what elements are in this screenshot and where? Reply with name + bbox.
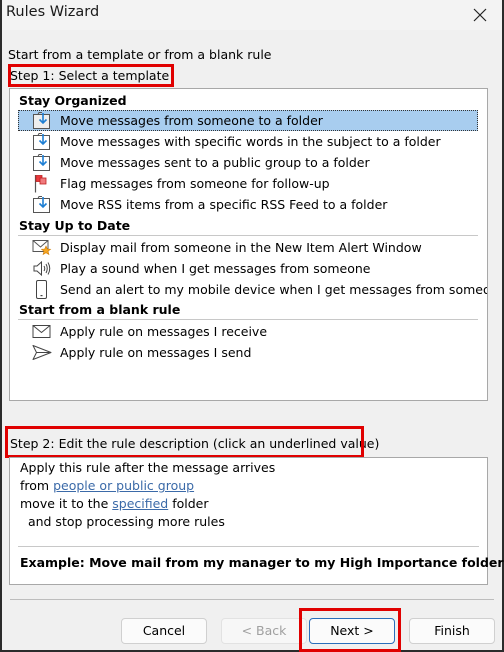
group-separator [18, 319, 478, 320]
template-item[interactable]: Move RSS items from a specific RSS Feed … [18, 194, 478, 215]
mobile-device-icon [36, 280, 47, 299]
description-folder-text: folder [168, 496, 209, 511]
window-title: Rules Wizard [6, 4, 100, 20]
template-label: Apply rule on messages I send [60, 345, 252, 360]
step1-highlight-box [8, 64, 174, 87]
mail-star-icon [32, 240, 52, 256]
template-label: Move messages sent to a public group to … [60, 155, 370, 170]
template-item[interactable]: Move messages sent to a public group to … [18, 152, 478, 173]
next-highlight-box [299, 608, 401, 652]
move-to-folder-icon [33, 196, 50, 213]
intro-text: Start from a template or from a blank ru… [8, 47, 272, 62]
description-line-4: and stop processing more rules [20, 514, 225, 529]
group-separator [18, 235, 478, 236]
template-label: Apply rule on messages I receive [60, 324, 268, 339]
template-item[interactable]: Send an alert to my mobile device when I… [18, 279, 487, 300]
speaker-icon [33, 260, 51, 277]
template-item[interactable]: Display mail from someone in the New Ite… [18, 237, 478, 258]
rules-wizard-dialog: Rules Wizard Start from a template or fr… [0, 0, 504, 652]
footer-divider [10, 599, 494, 600]
template-item[interactable]: Move messages with specific words in the… [18, 131, 478, 152]
group-blank-rule: Start from a blank rule [19, 302, 181, 317]
step2-highlight-box [5, 426, 364, 458]
description-from-text: from [20, 478, 54, 493]
back-button[interactable]: < Back [221, 618, 307, 644]
template-label: Play a sound when I get messages from so… [60, 261, 371, 276]
template-item[interactable]: Play a sound when I get messages from so… [18, 258, 478, 279]
send-icon [32, 345, 52, 360]
description-move-text: move it to the [20, 496, 113, 511]
flag-icon [34, 175, 47, 193]
template-label: Move messages with specific words in the… [60, 134, 441, 149]
description-line-3: move it to the specified folder [20, 496, 209, 511]
title-bar: Rules Wizard [2, 0, 502, 30]
template-item[interactable]: Flag messages from someone for follow-up [18, 173, 478, 194]
template-item[interactable]: Move messages from someone to a folder [18, 110, 478, 131]
move-to-folder-icon [33, 112, 50, 129]
description-separator [18, 546, 479, 547]
move-to-folder-icon [33, 154, 50, 171]
group-stay-up-to-date: Stay Up to Date [19, 218, 131, 233]
move-to-folder-icon [33, 133, 50, 150]
template-label: Display mail from someone in the New Ite… [60, 240, 422, 255]
template-item[interactable]: Apply rule on messages I receive [18, 321, 478, 342]
rule-description-box: Apply this rule after the message arrive… [9, 457, 504, 585]
example-text: Example: Move mail from my manager to my… [20, 555, 504, 570]
template-label: Send an alert to my mobile device when I… [60, 282, 488, 297]
close-button[interactable] [470, 5, 490, 25]
description-line-2: from people or public group [20, 478, 194, 493]
specified-folder-link[interactable]: specified [112, 496, 168, 511]
group-stay-organized: Stay Organized [19, 93, 127, 108]
finish-button[interactable]: Finish [409, 618, 495, 644]
envelope-icon [32, 325, 51, 338]
people-or-public-group-link[interactable]: people or public group [53, 478, 194, 493]
template-label: Move messages from someone to a folder [60, 113, 323, 128]
template-list[interactable]: Stay Organized Move messages from someon… [9, 88, 488, 401]
description-line-1: Apply this rule after the message arrive… [20, 460, 276, 475]
template-label: Flag messages from someone for follow-up [60, 176, 330, 191]
template-item[interactable]: Apply rule on messages I send [18, 342, 478, 363]
template-label: Move RSS items from a specific RSS Feed … [60, 197, 388, 212]
close-icon [473, 8, 487, 22]
cancel-button[interactable]: Cancel [121, 618, 207, 644]
